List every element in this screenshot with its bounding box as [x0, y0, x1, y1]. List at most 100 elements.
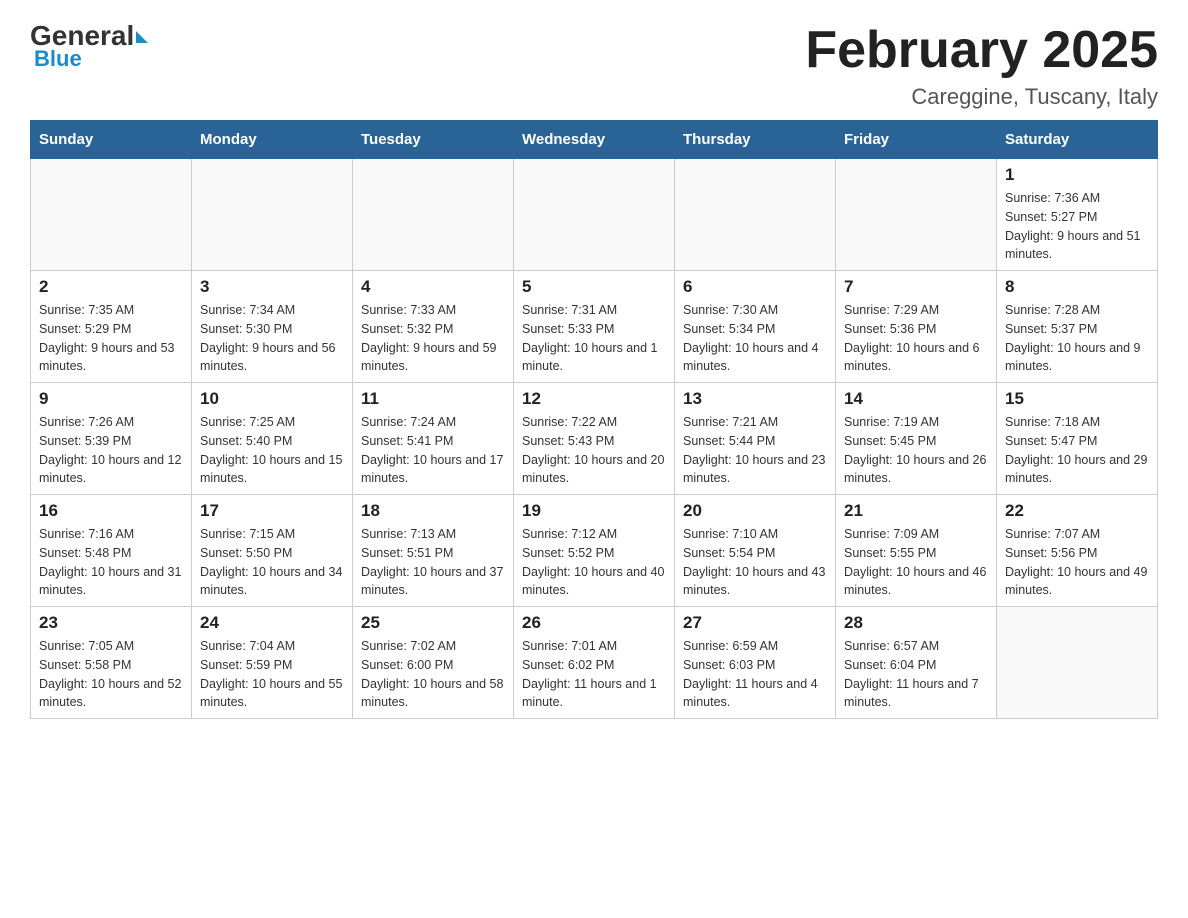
day-number: 5 [522, 277, 666, 297]
col-thursday: Thursday [675, 121, 836, 159]
day-info: Sunrise: 7:02 AMSunset: 6:00 PMDaylight:… [361, 637, 505, 712]
day-number: 6 [683, 277, 827, 297]
table-row: 23Sunrise: 7:05 AMSunset: 5:58 PMDayligh… [31, 607, 192, 719]
calendar-week-row: 9 Sunrise: 7:26 AMSunset: 5:39 PMDaylight… [31, 383, 1158, 495]
calendar-week-row: 2 Sunrise: 7:35 AMSunset: 5:29 PMDaylight… [31, 271, 1158, 383]
day-info: Sunrise: 7:24 AMSunset: 5:41 PMDaylight:… [361, 413, 505, 488]
calendar-title: February 2025 [805, 20, 1158, 80]
day-info: Sunrise: 7:21 AMSunset: 5:44 PMDaylight:… [683, 413, 827, 488]
calendar-week-row: 23Sunrise: 7:05 AMSunset: 5:58 PMDayligh… [31, 607, 1158, 719]
calendar-week-row: 16 Sunrise: 7:16 AMSunset: 5:48 PMDayligh… [31, 495, 1158, 607]
day-info: Sunrise: 7:25 AMSunset: 5:40 PMDaylight:… [200, 413, 344, 488]
day-number: 17 [200, 501, 344, 521]
calendar-subtitle: Careggine, Tuscany, Italy [805, 84, 1158, 110]
day-number: 4 [361, 277, 505, 297]
logo-triangle-icon [136, 31, 148, 43]
table-row: 20 Sunrise: 7:10 AMSunset: 5:54 PMDayligh… [675, 495, 836, 607]
col-sunday: Sunday [31, 121, 192, 159]
col-tuesday: Tuesday [353, 121, 514, 159]
day-info: Sunrise: 7:13 AMSunset: 5:51 PMDaylight:… [361, 525, 505, 600]
table-row: 5 Sunrise: 7:31 AMSunset: 5:33 PMDaylight… [514, 271, 675, 383]
col-friday: Friday [836, 121, 997, 159]
table-row: 12 Sunrise: 7:22 AMSunset: 5:43 PMDayligh… [514, 383, 675, 495]
day-number: 21 [844, 501, 988, 521]
table-row [675, 159, 836, 271]
day-info: Sunrise: 6:57 AMSunset: 6:04 PMDaylight:… [844, 637, 988, 712]
day-number: 8 [1005, 277, 1149, 297]
table-row: 11Sunrise: 7:24 AMSunset: 5:41 PMDayligh… [353, 383, 514, 495]
table-row: 1Sunrise: 7:36 AMSunset: 5:27 PMDaylight… [997, 159, 1158, 271]
table-row: 9 Sunrise: 7:26 AMSunset: 5:39 PMDaylight… [31, 383, 192, 495]
table-row [31, 159, 192, 271]
day-info: Sunrise: 7:05 AMSunset: 5:58 PMDaylight:… [39, 637, 183, 712]
day-number: 24 [200, 613, 344, 633]
table-row: 10 Sunrise: 7:25 AMSunset: 5:40 PMDayligh… [192, 383, 353, 495]
table-row [353, 159, 514, 271]
col-wednesday: Wednesday [514, 121, 675, 159]
day-info: Sunrise: 7:33 AMSunset: 5:32 PMDaylight:… [361, 301, 505, 376]
day-number: 26 [522, 613, 666, 633]
day-info: Sunrise: 7:28 AMSunset: 5:37 PMDaylight:… [1005, 301, 1149, 376]
table-row: 3 Sunrise: 7:34 AMSunset: 5:30 PMDaylight… [192, 271, 353, 383]
day-number: 19 [522, 501, 666, 521]
day-number: 15 [1005, 389, 1149, 409]
calendar-table: Sunday Monday Tuesday Wednesday Thursday… [30, 120, 1158, 719]
day-number: 16 [39, 501, 183, 521]
day-number: 14 [844, 389, 988, 409]
day-info: Sunrise: 7:26 AMSunset: 5:39 PMDaylight:… [39, 413, 183, 488]
col-saturday: Saturday [997, 121, 1158, 159]
table-row: 4 Sunrise: 7:33 AMSunset: 5:32 PMDaylight… [353, 271, 514, 383]
day-info: Sunrise: 7:22 AMSunset: 5:43 PMDaylight:… [522, 413, 666, 488]
table-row: 25 Sunrise: 7:02 AMSunset: 6:00 PMDayligh… [353, 607, 514, 719]
day-info: Sunrise: 7:07 AMSunset: 5:56 PMDaylight:… [1005, 525, 1149, 600]
table-row: 16 Sunrise: 7:16 AMSunset: 5:48 PMDayligh… [31, 495, 192, 607]
day-info: Sunrise: 7:34 AMSunset: 5:30 PMDaylight:… [200, 301, 344, 376]
day-info: Sunrise: 7:35 AMSunset: 5:29 PMDaylight:… [39, 301, 183, 376]
table-row: 6 Sunrise: 7:30 AMSunset: 5:34 PMDaylight… [675, 271, 836, 383]
table-row: 2 Sunrise: 7:35 AMSunset: 5:29 PMDaylight… [31, 271, 192, 383]
day-number: 13 [683, 389, 827, 409]
day-info: Sunrise: 7:12 AMSunset: 5:52 PMDaylight:… [522, 525, 666, 600]
day-number: 3 [200, 277, 344, 297]
table-row: 15Sunrise: 7:18 AMSunset: 5:47 PMDayligh… [997, 383, 1158, 495]
day-info: Sunrise: 6:59 AMSunset: 6:03 PMDaylight:… [683, 637, 827, 712]
day-info: Sunrise: 7:01 AMSunset: 6:02 PMDaylight:… [522, 637, 666, 712]
table-row: 22 Sunrise: 7:07 AMSunset: 5:56 PMDayligh… [997, 495, 1158, 607]
day-number: 28 [844, 613, 988, 633]
day-info: Sunrise: 7:04 AMSunset: 5:59 PMDaylight:… [200, 637, 344, 712]
logo-blue-text: Blue [34, 46, 82, 72]
day-number: 12 [522, 389, 666, 409]
table-row [514, 159, 675, 271]
table-row: 18 Sunrise: 7:13 AMSunset: 5:51 PMDayligh… [353, 495, 514, 607]
day-info: Sunrise: 7:10 AMSunset: 5:54 PMDaylight:… [683, 525, 827, 600]
table-row: 19 Sunrise: 7:12 AMSunset: 5:52 PMDayligh… [514, 495, 675, 607]
day-number: 7 [844, 277, 988, 297]
calendar-week-row: 1Sunrise: 7:36 AMSunset: 5:27 PMDaylight… [31, 159, 1158, 271]
table-row [836, 159, 997, 271]
day-info: Sunrise: 7:30 AMSunset: 5:34 PMDaylight:… [683, 301, 827, 376]
day-info: Sunrise: 7:31 AMSunset: 5:33 PMDaylight:… [522, 301, 666, 376]
page-header: General Blue February 2025 Careggine, Tu… [30, 20, 1158, 110]
table-row: 21Sunrise: 7:09 AMSunset: 5:55 PMDayligh… [836, 495, 997, 607]
day-number: 27 [683, 613, 827, 633]
day-number: 18 [361, 501, 505, 521]
day-number: 25 [361, 613, 505, 633]
day-number: 20 [683, 501, 827, 521]
table-row: 14Sunrise: 7:19 AMSunset: 5:45 PMDayligh… [836, 383, 997, 495]
table-row: 13 Sunrise: 7:21 AMSunset: 5:44 PMDayligh… [675, 383, 836, 495]
day-info: Sunrise: 7:36 AMSunset: 5:27 PMDaylight:… [1005, 189, 1149, 264]
table-row: 24 Sunrise: 7:04 AMSunset: 5:59 PMDayligh… [192, 607, 353, 719]
day-number: 9 [39, 389, 183, 409]
day-number: 10 [200, 389, 344, 409]
table-row [192, 159, 353, 271]
calendar-header-row: Sunday Monday Tuesday Wednesday Thursday… [31, 121, 1158, 159]
day-info: Sunrise: 7:16 AMSunset: 5:48 PMDaylight:… [39, 525, 183, 600]
day-number: 2 [39, 277, 183, 297]
col-monday: Monday [192, 121, 353, 159]
table-row: 27 Sunrise: 6:59 AMSunset: 6:03 PMDayligh… [675, 607, 836, 719]
table-row: 26 Sunrise: 7:01 AMSunset: 6:02 PMDayligh… [514, 607, 675, 719]
title-block: February 2025 Careggine, Tuscany, Italy [805, 20, 1158, 110]
table-row: 28 Sunrise: 6:57 AMSunset: 6:04 PMDayligh… [836, 607, 997, 719]
day-number: 22 [1005, 501, 1149, 521]
table-row [997, 607, 1158, 719]
